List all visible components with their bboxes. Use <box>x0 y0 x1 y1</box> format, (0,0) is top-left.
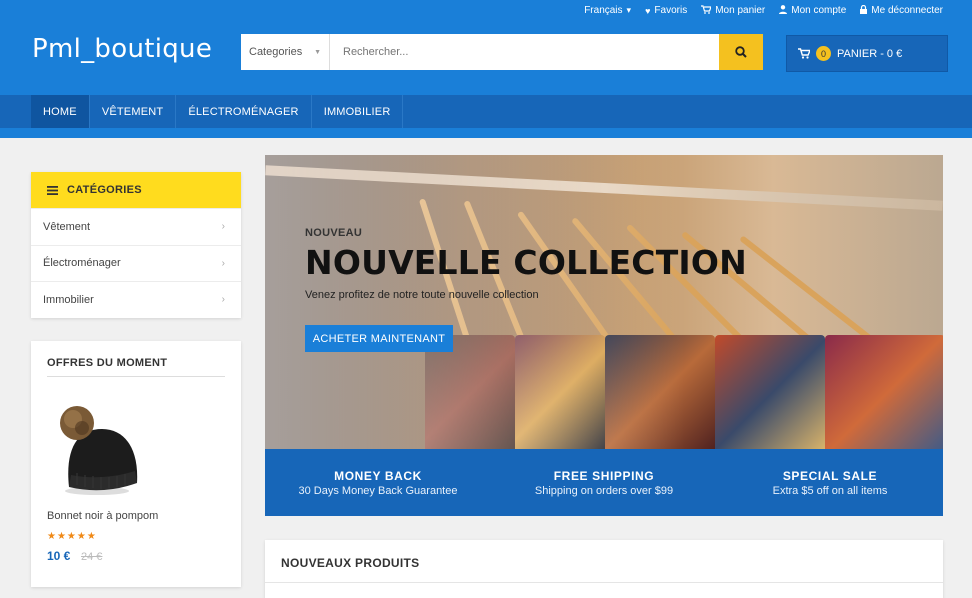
feature-description: Shipping on orders over $99 <box>534 484 674 497</box>
new-products-section: NOUVEAUX PRODUITS <box>265 540 943 598</box>
feature-title: FREE SHIPPING <box>553 468 655 483</box>
favorites-link[interactable]: ♥ Favoris <box>645 5 687 16</box>
account-label: Mon compte <box>791 5 847 16</box>
feature-title: MONEY BACK <box>334 468 422 483</box>
category-item-immobilier[interactable]: Immobilier › <box>31 281 241 318</box>
search-bar: Categories ▼ <box>241 34 763 70</box>
banner-cloth <box>715 335 825 449</box>
banner-overlay <box>265 155 685 449</box>
top-bar: Français ▾ ♥ Favoris Mon panier Mon comp… <box>584 4 943 16</box>
product-name[interactable]: Bonnet noir à pompom <box>47 510 158 522</box>
feature-title: SPECIAL SALE <box>782 468 878 483</box>
product-price: 10 € <box>47 549 71 563</box>
feature-free-shipping: FREE SHIPPING Shipping on orders over $9… <box>491 449 717 516</box>
banner-kicker: NOUVEAU <box>305 227 363 239</box>
banner-cloth <box>825 335 943 449</box>
logout-link[interactable]: Me déconnecter <box>860 4 943 16</box>
cart-count-badge: 0 <box>816 46 831 61</box>
nav-tab-home[interactable]: HOME <box>31 95 90 128</box>
divider <box>265 582 943 583</box>
chevron-right-icon: › <box>221 221 225 233</box>
logout-label: Me déconnecter <box>871 5 943 16</box>
site-header: Français ▾ ♥ Favoris Mon panier Mon comp… <box>0 0 972 95</box>
menu-icon <box>47 185 58 195</box>
language-label: Français <box>584 5 623 16</box>
feature-description: 30 Days Money Back Guarantee <box>298 484 458 497</box>
categories-header[interactable]: CATÉGORIES <box>31 172 241 208</box>
category-item-electromenager[interactable]: Électroménager › <box>31 244 241 282</box>
lock-icon <box>860 4 868 16</box>
search-icon <box>735 46 747 58</box>
nav-tab-immobilier[interactable]: IMMOBILIER <box>312 95 404 128</box>
category-label: Vêtement <box>43 220 91 233</box>
caret-down-icon: ▾ <box>626 5 632 15</box>
favorites-label: Favoris <box>654 5 688 16</box>
my-cart-label: Mon panier <box>715 5 766 16</box>
categories-title: CATÉGORIES <box>67 184 142 196</box>
feature-special-sale: SPECIAL SALE Extra $5 off on all items <box>717 449 943 516</box>
site-logo[interactable]: Pml_boutique <box>32 34 212 64</box>
new-products-title: NOUVEAUX PRODUITS <box>281 556 420 570</box>
category-label: Électroménager <box>43 257 121 270</box>
nav-tab-vetement[interactable]: VÊTEMENT <box>90 95 177 128</box>
category-item-vetement[interactable]: Vêtement › <box>31 208 241 245</box>
banner-headline: NOUVELLE COLLECTION <box>305 243 747 282</box>
cart-total-label: PANIER - 0 € <box>837 47 903 60</box>
cart-icon <box>798 48 810 59</box>
nav-tab-electromenager[interactable]: ÉLECTROMÉNAGER <box>176 95 312 128</box>
banner-subtitle: Venez profitez de notre toute nouvelle c… <box>305 289 539 301</box>
feature-money-back: MONEY BACK 30 Days Money Back Guarantee <box>265 449 491 516</box>
user-icon <box>779 5 788 16</box>
product-image[interactable] <box>47 399 147 499</box>
search-input[interactable] <box>330 34 719 70</box>
main-nav: HOME VÊTEMENT ÉLECTROMÉNAGER IMMOBILIER <box>0 95 972 128</box>
features-bar: MONEY BACK 30 Days Money Back Guarantee … <box>265 449 943 516</box>
language-selector[interactable]: Français ▾ <box>584 5 631 16</box>
rating-stars: ★★★★★ <box>47 531 97 542</box>
cart-button[interactable]: 0 PANIER - 0 € <box>786 35 948 72</box>
search-button[interactable] <box>719 34 763 70</box>
account-link[interactable]: Mon compte <box>779 5 846 16</box>
category-label: Immobilier <box>43 293 94 306</box>
categories-panel: CATÉGORIES Vêtement › Électroménager › I… <box>31 172 241 318</box>
offers-panel: OFFRES DU MOMENT Bonnet noir à pompom ★★… <box>31 341 241 587</box>
heart-icon: ♥ <box>645 5 651 16</box>
my-cart-link[interactable]: Mon panier <box>701 5 765 16</box>
chevron-right-icon: › <box>221 294 225 306</box>
caret-down-icon: ▼ <box>314 48 321 56</box>
feature-description: Extra $5 off on all items <box>772 484 888 497</box>
hero-banner: NOUVEAU NOUVELLE COLLECTION Venez profit… <box>265 155 943 449</box>
product-old-price: 24 € <box>81 551 103 563</box>
category-select[interactable]: Categories ▼ <box>241 34 330 70</box>
chevron-right-icon: › <box>221 257 225 269</box>
nav-underline <box>0 128 972 138</box>
offers-title: OFFRES DU MOMENT <box>47 357 225 377</box>
shop-now-button[interactable]: ACHETER MAINTENANT <box>305 325 453 352</box>
category-select-label: Categories <box>249 46 303 58</box>
beanie-image <box>60 406 138 495</box>
banner-hanger <box>739 235 877 345</box>
cart-icon <box>701 5 713 16</box>
